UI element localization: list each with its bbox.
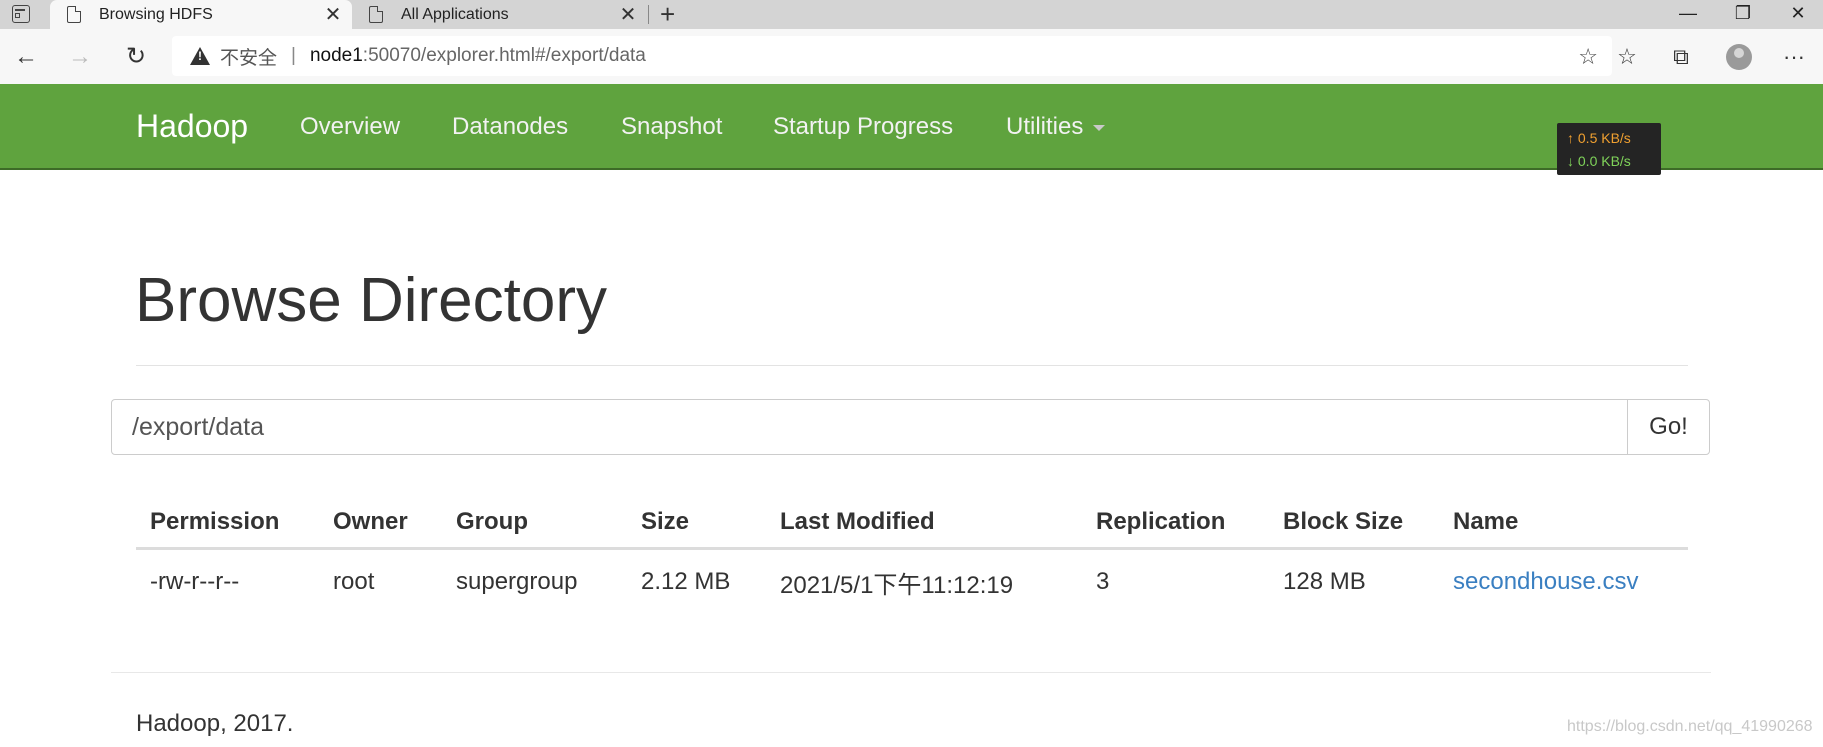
add-favorite-icon[interactable]: ☆ [1578,44,1598,70]
cell-name: secondhouse.csv [1439,549,1688,615]
reload-button[interactable]: ↻ [120,41,152,73]
tab-separator [648,5,649,24]
back-button[interactable]: ← [10,41,42,73]
column-header-group[interactable]: Group [442,497,627,550]
file-link[interactable]: secondhouse.csv [1453,568,1638,595]
column-header-block-size[interactable]: Block Size [1269,497,1439,550]
tab-label: All Applications [401,5,509,23]
url-host[interactable]: node1 [310,45,363,67]
nav-snapshot[interactable]: Snapshot [621,113,722,141]
table-header-row: Permission Owner Group Size Last Modifie… [136,497,1688,550]
nav-utilities[interactable]: Utilities [1006,113,1106,141]
new-tab-button[interactable]: + [660,0,675,29]
tab-all-applications[interactable]: All Applications ✕ [352,0,647,29]
watermark: https://blog.csdn.net/qq_41990268 [1567,718,1813,735]
cell-size: 2.12 MB [641,568,731,595]
nav-startup-progress[interactable]: Startup Progress [773,113,953,141]
column-header-replication[interactable]: Replication [1082,497,1269,550]
nav-overview[interactable]: Overview [300,113,400,141]
collections-icon[interactable]: ⧉ [1666,42,1696,72]
cell-replication: 3 [1096,568,1110,595]
cell-block-size: 128 MB [1283,568,1366,595]
close-tab-icon[interactable]: ✕ [617,2,639,27]
go-button[interactable]: Go! [1627,399,1710,455]
nav-datanodes[interactable]: Datanodes [452,113,568,141]
cell-permission: -rw-r--r-- [150,568,240,595]
cell-owner: root [333,568,375,595]
download-speed: ↓ 0.0 KB/s [1567,153,1631,169]
favorites-icon[interactable]: ☆ [1612,42,1642,72]
brand-logo[interactable]: Hadoop [136,108,248,145]
directory-path-input[interactable] [111,399,1628,455]
divider [111,672,1711,673]
column-header-name[interactable]: Name [1439,497,1688,550]
upload-speed: ↑ 0.5 KB/s [1567,130,1631,146]
cell-last-modified: 2021/5/1下午11:12:19 [780,571,1014,599]
column-header-owner[interactable]: Owner [319,497,442,550]
warning-icon[interactable] [190,47,210,65]
page-icon [369,6,383,23]
cell-group: supergroup [456,568,578,595]
column-header-last-modified[interactable]: Last Modified [766,497,1082,550]
network-speed-overlay: ↑ 0.5 KB/s ↓ 0.0 KB/s [1557,123,1661,175]
file-listing-table: Permission Owner Group Size Last Modifie… [136,497,1688,614]
url-path[interactable]: :50070/explorer.html#/export/data [363,45,646,67]
chevron-down-icon [1093,124,1106,131]
browser-toolbar: ← → ↻ 不安全 | node1 :50070/explorer.html#/… [0,29,1823,85]
divider [136,365,1688,366]
security-label[interactable]: 不安全 [220,43,277,70]
page-title: Browse Directory [135,266,607,335]
address-bar[interactable]: 不安全 | node1 :50070/explorer.html#/export… [172,36,1612,76]
profile-avatar[interactable] [1726,44,1752,70]
page-icon [67,6,81,23]
forward-button[interactable]: → [64,41,96,73]
tab-strip: Browsing HDFS ✕ All Applications ✕ + — ❐… [0,0,1823,29]
address-separator: | [291,45,296,66]
tab-label: Browsing HDFS [99,5,213,23]
table-row: -rw-r--r-- root supergroup 2.12 MB 2021/… [136,549,1688,615]
nav-utilities-label: Utilities [1006,113,1084,140]
minimize-button[interactable]: — [1663,0,1713,29]
more-options-icon[interactable]: ··· [1779,42,1809,72]
tab-browsing-hdfs[interactable]: Browsing HDFS ✕ [50,0,352,29]
close-window-button[interactable]: ✕ [1773,0,1823,29]
column-header-permission[interactable]: Permission [136,497,319,550]
tab-actions-menu-icon[interactable] [12,5,30,23]
footer-text: Hadoop, 2017. [136,710,294,737]
restore-button[interactable]: ❐ [1718,0,1768,29]
hadoop-navbar: Hadoop Overview Datanodes Snapshot Start… [0,84,1823,170]
column-header-size[interactable]: Size [627,497,766,550]
close-tab-icon[interactable]: ✕ [322,2,344,27]
